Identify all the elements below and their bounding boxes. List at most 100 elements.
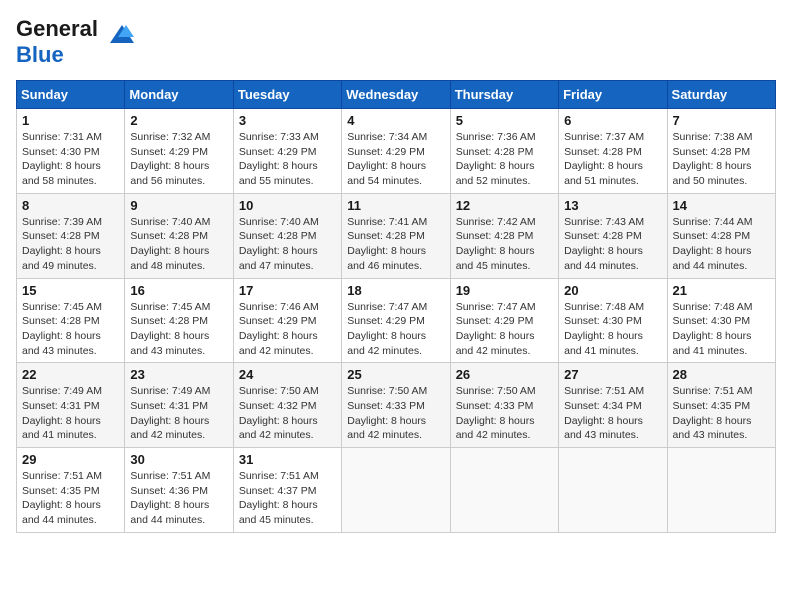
- day-info: Sunrise: 7:42 AM Sunset: 4:28 PM Dayligh…: [456, 215, 553, 274]
- calendar-week-row: 29 Sunrise: 7:51 AM Sunset: 4:35 PM Dayl…: [17, 448, 776, 533]
- logo-text: General Blue: [16, 16, 98, 68]
- calendar-cell: 24 Sunrise: 7:50 AM Sunset: 4:32 PM Dayl…: [233, 363, 341, 448]
- day-info: Sunrise: 7:47 AM Sunset: 4:29 PM Dayligh…: [347, 300, 444, 359]
- day-number: 19: [456, 283, 553, 298]
- calendar-cell: 6 Sunrise: 7:37 AM Sunset: 4:28 PM Dayli…: [559, 109, 667, 194]
- day-number: 12: [456, 198, 553, 213]
- calendar-week-row: 8 Sunrise: 7:39 AM Sunset: 4:28 PM Dayli…: [17, 193, 776, 278]
- day-number: 2: [130, 113, 227, 128]
- calendar-cell: 13 Sunrise: 7:43 AM Sunset: 4:28 PM Dayl…: [559, 193, 667, 278]
- calendar-cell: [342, 448, 450, 533]
- day-info: Sunrise: 7:36 AM Sunset: 4:28 PM Dayligh…: [456, 130, 553, 189]
- day-info: Sunrise: 7:45 AM Sunset: 4:28 PM Dayligh…: [130, 300, 227, 359]
- calendar-cell: [450, 448, 558, 533]
- calendar-cell: 19 Sunrise: 7:47 AM Sunset: 4:29 PM Dayl…: [450, 278, 558, 363]
- day-info: Sunrise: 7:46 AM Sunset: 4:29 PM Dayligh…: [239, 300, 336, 359]
- calendar-week-row: 1 Sunrise: 7:31 AM Sunset: 4:30 PM Dayli…: [17, 109, 776, 194]
- day-number: 16: [130, 283, 227, 298]
- day-info: Sunrise: 7:50 AM Sunset: 4:33 PM Dayligh…: [456, 384, 553, 443]
- calendar-cell: 12 Sunrise: 7:42 AM Sunset: 4:28 PM Dayl…: [450, 193, 558, 278]
- calendar-cell: 27 Sunrise: 7:51 AM Sunset: 4:34 PM Dayl…: [559, 363, 667, 448]
- logo: General Blue: [16, 16, 136, 68]
- day-info: Sunrise: 7:38 AM Sunset: 4:28 PM Dayligh…: [673, 130, 770, 189]
- day-number: 10: [239, 198, 336, 213]
- header-monday: Monday: [125, 81, 233, 109]
- day-info: Sunrise: 7:51 AM Sunset: 4:36 PM Dayligh…: [130, 469, 227, 528]
- day-info: Sunrise: 7:48 AM Sunset: 4:30 PM Dayligh…: [564, 300, 661, 359]
- calendar-cell: 15 Sunrise: 7:45 AM Sunset: 4:28 PM Dayl…: [17, 278, 125, 363]
- day-info: Sunrise: 7:49 AM Sunset: 4:31 PM Dayligh…: [22, 384, 119, 443]
- calendar-cell: 20 Sunrise: 7:48 AM Sunset: 4:30 PM Dayl…: [559, 278, 667, 363]
- day-number: 1: [22, 113, 119, 128]
- page-header: General Blue: [16, 16, 776, 68]
- calendar-cell: 8 Sunrise: 7:39 AM Sunset: 4:28 PM Dayli…: [17, 193, 125, 278]
- day-number: 8: [22, 198, 119, 213]
- day-info: Sunrise: 7:45 AM Sunset: 4:28 PM Dayligh…: [22, 300, 119, 359]
- calendar-cell: 5 Sunrise: 7:36 AM Sunset: 4:28 PM Dayli…: [450, 109, 558, 194]
- day-number: 9: [130, 198, 227, 213]
- day-number: 5: [456, 113, 553, 128]
- calendar-cell: 2 Sunrise: 7:32 AM Sunset: 4:29 PM Dayli…: [125, 109, 233, 194]
- day-info: Sunrise: 7:47 AM Sunset: 4:29 PM Dayligh…: [456, 300, 553, 359]
- calendar-cell: 11 Sunrise: 7:41 AM Sunset: 4:28 PM Dayl…: [342, 193, 450, 278]
- day-number: 13: [564, 198, 661, 213]
- day-number: 7: [673, 113, 770, 128]
- calendar-cell: 16 Sunrise: 7:45 AM Sunset: 4:28 PM Dayl…: [125, 278, 233, 363]
- day-number: 30: [130, 452, 227, 467]
- day-info: Sunrise: 7:50 AM Sunset: 4:33 PM Dayligh…: [347, 384, 444, 443]
- day-info: Sunrise: 7:48 AM Sunset: 4:30 PM Dayligh…: [673, 300, 770, 359]
- calendar-cell: 17 Sunrise: 7:46 AM Sunset: 4:29 PM Dayl…: [233, 278, 341, 363]
- header-sunday: Sunday: [17, 81, 125, 109]
- day-number: 23: [130, 367, 227, 382]
- day-number: 17: [239, 283, 336, 298]
- logo-general: General: [16, 16, 98, 41]
- header-friday: Friday: [559, 81, 667, 109]
- calendar-cell: 18 Sunrise: 7:47 AM Sunset: 4:29 PM Dayl…: [342, 278, 450, 363]
- day-info: Sunrise: 7:31 AM Sunset: 4:30 PM Dayligh…: [22, 130, 119, 189]
- calendar-cell: 22 Sunrise: 7:49 AM Sunset: 4:31 PM Dayl…: [17, 363, 125, 448]
- day-info: Sunrise: 7:51 AM Sunset: 4:35 PM Dayligh…: [673, 384, 770, 443]
- header-wednesday: Wednesday: [342, 81, 450, 109]
- day-info: Sunrise: 7:40 AM Sunset: 4:28 PM Dayligh…: [130, 215, 227, 274]
- calendar-cell: 4 Sunrise: 7:34 AM Sunset: 4:29 PM Dayli…: [342, 109, 450, 194]
- day-info: Sunrise: 7:51 AM Sunset: 4:35 PM Dayligh…: [22, 469, 119, 528]
- day-info: Sunrise: 7:49 AM Sunset: 4:31 PM Dayligh…: [130, 384, 227, 443]
- day-number: 21: [673, 283, 770, 298]
- day-number: 14: [673, 198, 770, 213]
- day-number: 22: [22, 367, 119, 382]
- day-info: Sunrise: 7:50 AM Sunset: 4:32 PM Dayligh…: [239, 384, 336, 443]
- logo-icon: [100, 15, 136, 51]
- day-number: 20: [564, 283, 661, 298]
- day-number: 3: [239, 113, 336, 128]
- calendar-cell: 26 Sunrise: 7:50 AM Sunset: 4:33 PM Dayl…: [450, 363, 558, 448]
- calendar-cell: 14 Sunrise: 7:44 AM Sunset: 4:28 PM Dayl…: [667, 193, 775, 278]
- calendar-cell: 9 Sunrise: 7:40 AM Sunset: 4:28 PM Dayli…: [125, 193, 233, 278]
- calendar-cell: 29 Sunrise: 7:51 AM Sunset: 4:35 PM Dayl…: [17, 448, 125, 533]
- calendar-cell: 10 Sunrise: 7:40 AM Sunset: 4:28 PM Dayl…: [233, 193, 341, 278]
- calendar-cell: 21 Sunrise: 7:48 AM Sunset: 4:30 PM Dayl…: [667, 278, 775, 363]
- calendar-cell: [667, 448, 775, 533]
- calendar-cell: 25 Sunrise: 7:50 AM Sunset: 4:33 PM Dayl…: [342, 363, 450, 448]
- day-number: 27: [564, 367, 661, 382]
- calendar-table: Sunday Monday Tuesday Wednesday Thursday…: [16, 80, 776, 533]
- day-info: Sunrise: 7:39 AM Sunset: 4:28 PM Dayligh…: [22, 215, 119, 274]
- day-info: Sunrise: 7:34 AM Sunset: 4:29 PM Dayligh…: [347, 130, 444, 189]
- day-info: Sunrise: 7:37 AM Sunset: 4:28 PM Dayligh…: [564, 130, 661, 189]
- header-tuesday: Tuesday: [233, 81, 341, 109]
- day-number: 25: [347, 367, 444, 382]
- day-info: Sunrise: 7:40 AM Sunset: 4:28 PM Dayligh…: [239, 215, 336, 274]
- day-info: Sunrise: 7:41 AM Sunset: 4:28 PM Dayligh…: [347, 215, 444, 274]
- logo-blue: Blue: [16, 42, 64, 67]
- calendar-week-row: 15 Sunrise: 7:45 AM Sunset: 4:28 PM Dayl…: [17, 278, 776, 363]
- calendar-week-row: 22 Sunrise: 7:49 AM Sunset: 4:31 PM Dayl…: [17, 363, 776, 448]
- day-info: Sunrise: 7:51 AM Sunset: 4:34 PM Dayligh…: [564, 384, 661, 443]
- calendar-cell: [559, 448, 667, 533]
- day-info: Sunrise: 7:43 AM Sunset: 4:28 PM Dayligh…: [564, 215, 661, 274]
- day-number: 6: [564, 113, 661, 128]
- calendar-cell: 28 Sunrise: 7:51 AM Sunset: 4:35 PM Dayl…: [667, 363, 775, 448]
- calendar-header-row: Sunday Monday Tuesday Wednesday Thursday…: [17, 81, 776, 109]
- header-thursday: Thursday: [450, 81, 558, 109]
- day-number: 29: [22, 452, 119, 467]
- calendar-cell: 1 Sunrise: 7:31 AM Sunset: 4:30 PM Dayli…: [17, 109, 125, 194]
- day-number: 24: [239, 367, 336, 382]
